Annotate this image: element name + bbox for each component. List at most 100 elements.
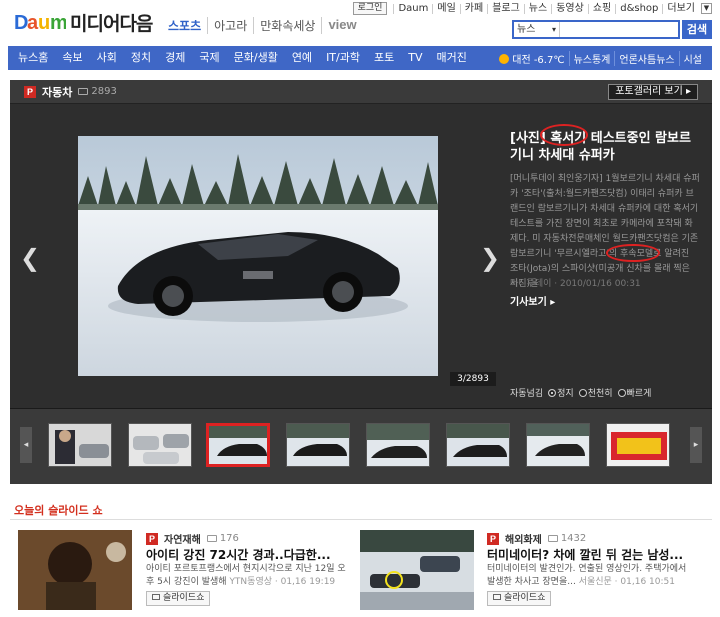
thumbnail-image [129, 424, 191, 466]
terminator-photo [360, 530, 474, 610]
thumbnail-image [49, 424, 111, 466]
thumbnail-image [287, 424, 349, 466]
photo-gallery-button[interactable]: 포토갤러리 보기 ▸ [608, 84, 698, 100]
card-category[interactable]: 자연재해 [164, 531, 201, 546]
service-links: 스포츠 아고라 만화속세상 view [168, 17, 363, 34]
nav-item-breaking[interactable]: 속보 [55, 46, 89, 70]
nav-item-photo[interactable]: 포토 [367, 46, 401, 70]
search-button[interactable]: 검색 [682, 20, 712, 39]
slideshow-card-title[interactable]: 터미네이터? 차에 깔린 뒤 걷는 남성... [487, 546, 683, 563]
search-input[interactable] [560, 22, 676, 37]
slideshow-card-image[interactable] [360, 530, 474, 610]
thumbnail-image [447, 424, 509, 466]
service-link-agora[interactable]: 아고라 [207, 17, 253, 34]
thumbnail-image [209, 426, 267, 464]
sun-icon [499, 53, 510, 64]
daum-logo[interactable]: D a u m [14, 10, 66, 34]
slideshow-icon [152, 594, 160, 600]
nav-link-press[interactable]: 언론사틈뉴스 [614, 50, 678, 66]
autoplay-option-label: 천천히 [587, 389, 613, 399]
nav-item-world[interactable]: 국제 [192, 46, 226, 70]
slideshow-card-image[interactable] [18, 530, 132, 610]
slideshow-card-title[interactable]: 아이티 강진 72시간 경과..다급한... [146, 546, 331, 563]
util-link-dshop[interactable]: d&shop [615, 3, 662, 14]
thumbnail[interactable] [606, 423, 670, 467]
thumb-next-arrow-icon[interactable]: ▸ [690, 427, 702, 463]
highlight-ellipse [540, 124, 588, 146]
view-article-link[interactable]: 기사보기 ▸ [510, 293, 555, 308]
service-link-webtoon[interactable]: 만화속세상 [253, 17, 321, 34]
nav-item-entertainment[interactable]: 연예 [285, 46, 319, 70]
nav-item-economy[interactable]: 경제 [158, 46, 192, 70]
slideshow-button-label: 슬라이드쇼 [504, 593, 546, 603]
daum-logo-icon: D a u m [14, 12, 66, 33]
util-link-shopping[interactable]: 쇼핑 [587, 3, 615, 14]
thumbnail[interactable] [128, 423, 192, 467]
next-photo-arrow-icon[interactable]: ❯ [480, 244, 500, 272]
camera-icon [547, 535, 558, 542]
radio-icon [578, 389, 587, 397]
thumbnail-active[interactable] [206, 423, 270, 467]
brand-name[interactable]: 미디어다음 [70, 9, 153, 36]
autoplay-option-label: 빠르게 [626, 389, 652, 399]
card-source: YTN동영상 · 01,16 19:19 [229, 577, 336, 587]
util-link-cafe[interactable]: 카페 [459, 3, 487, 14]
photo-badge-icon: P [24, 85, 36, 98]
radio-selected-icon [548, 389, 557, 397]
autoplay-controls: 자동넘김 정지 천천히 빠르게 [510, 386, 651, 399]
autoplay-option-fast[interactable]: 빠르게 [617, 386, 652, 399]
nav-item-tv[interactable]: TV [401, 46, 429, 70]
prev-photo-arrow-icon[interactable]: ❮ [20, 244, 40, 272]
nav-link-news-stats[interactable]: 뉴스통계 [568, 50, 615, 66]
login-button[interactable]: 로그인 [352, 2, 388, 15]
weather-text: 대전 -6.7℃ [512, 54, 565, 66]
nav-item-it-science[interactable]: IT/과학 [319, 46, 367, 70]
util-link-more[interactable]: 더보기 [662, 3, 699, 14]
card-source: 서울신문 · 01,16 10:51 [578, 577, 675, 587]
thumb-prev-arrow-icon[interactable]: ◂ [20, 427, 32, 463]
search-box: 뉴스 [512, 20, 680, 39]
photo-caption-title[interactable]: [사진] 혹서기 테스트중인 람보르기니 차세대 슈퍼카 [510, 130, 700, 164]
search-scope-select[interactable]: 뉴스 [514, 22, 560, 37]
svg-text:m: m [50, 12, 66, 33]
nav-item-culture[interactable]: 문화/생활 [227, 46, 285, 70]
card-category[interactable]: 해외화제 [505, 531, 542, 546]
chevron-down-icon[interactable]: ▼ [701, 3, 712, 14]
service-link-sports[interactable]: 스포츠 [168, 17, 207, 34]
util-link-news[interactable]: 뉴스 [523, 3, 551, 14]
thumbnail-image [607, 424, 669, 466]
photo-counter: 3/2893 [450, 372, 496, 386]
thumbnail[interactable] [446, 423, 510, 467]
autoplay-option-slow[interactable]: 천천히 [578, 386, 613, 399]
gallery-title[interactable]: 자동차 [42, 84, 72, 100]
nav-right: 대전 -6.7℃ 뉴스통계 언론사틈뉴스 시설 [495, 50, 712, 66]
thumbnail[interactable] [366, 423, 430, 467]
photo-caption-source: 머니투데이 · 2010/01/16 00:31 [510, 279, 641, 289]
nav-link-facility[interactable]: 시설 [678, 50, 706, 66]
camera-icon [78, 88, 89, 95]
slideshow-button[interactable]: 슬라이드쇼 [146, 591, 211, 606]
slideshow-button[interactable]: 슬라이드쇼 [487, 591, 552, 606]
weather-widget[interactable]: 대전 -6.7℃ [495, 51, 568, 66]
thumbnail[interactable] [526, 423, 590, 467]
slideshow-card-meta: P 해외화제 1432 [487, 531, 586, 546]
service-link-view[interactable]: view [321, 17, 362, 34]
autoplay-option-stop[interactable]: 정지 [548, 386, 574, 399]
nav-item-politics[interactable]: 정치 [124, 46, 158, 70]
thumbnail[interactable] [286, 423, 350, 467]
nav-item-society[interactable]: 사회 [90, 46, 124, 70]
util-link-mail[interactable]: 메일 [432, 3, 459, 14]
main-photo[interactable] [78, 136, 438, 376]
lamborghini-photo [78, 136, 438, 376]
haiti-photo [18, 530, 132, 610]
nav-item-magazine[interactable]: 매거진 [429, 46, 473, 70]
utility-links: 로그인 Daum 메일 카페 블로그 뉴스 동영상 쇼핑 d&shop 더보기 … [352, 2, 712, 15]
thumbnail[interactable] [48, 423, 112, 467]
nav-item-news-home[interactable]: 뉴스홈 [8, 46, 55, 70]
util-link-video[interactable]: 동영상 [551, 3, 588, 14]
util-link-blog[interactable]: 블로그 [487, 3, 524, 14]
search-bar: 뉴스 검색 [512, 20, 712, 39]
util-link-daum[interactable]: Daum [393, 3, 432, 14]
slideshow-card-desc: 터미네이터의 발견인가. 연출된 영상인가. 주택가에서 발생한 차사고 장면을… [487, 563, 687, 589]
camera-icon [206, 535, 217, 542]
